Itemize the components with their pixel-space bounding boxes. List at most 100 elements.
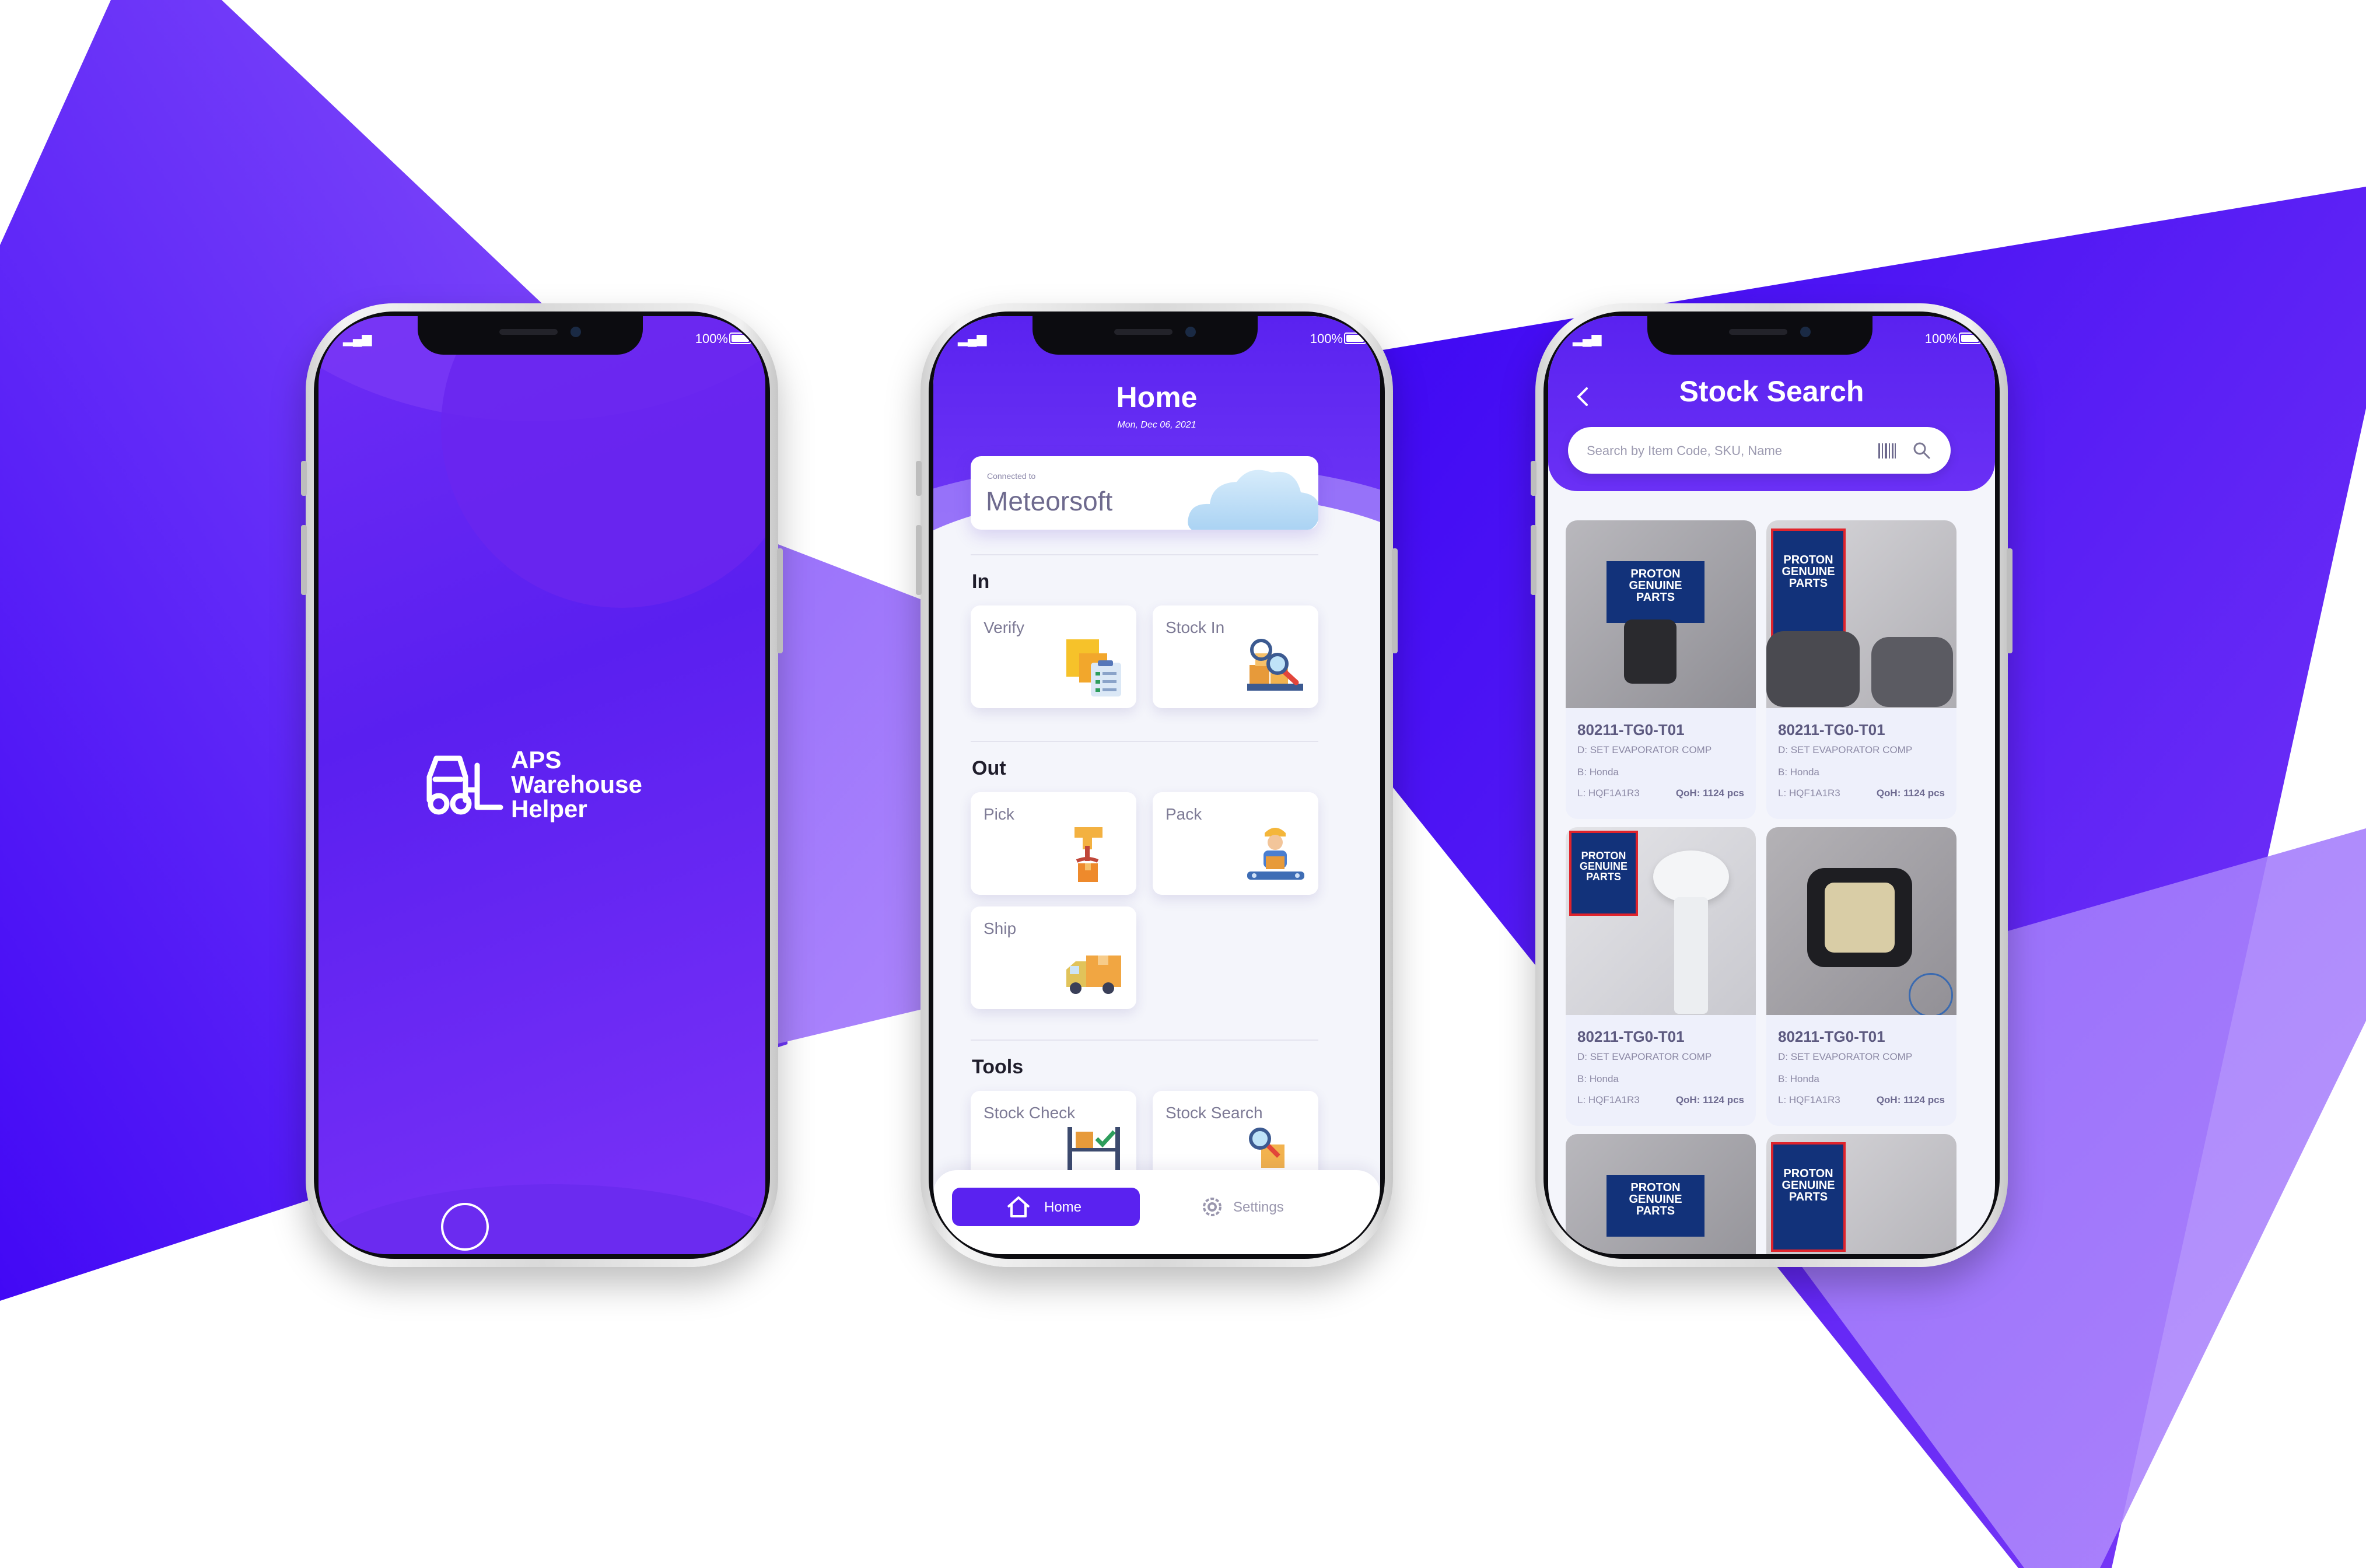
item-description: D: SET EVAPORATOR COMP [1577,1051,1712,1062]
decorative-circle [441,316,765,608]
home-screen: ▂▄▆ 100% Home Mon, Dec 06, 2021 Connecte… [933,316,1380,1254]
product-image: PROTON GENUINE PARTS [1566,520,1756,708]
section-title-out: Out [972,757,1006,779]
stock-search-screen: Stock Search ▂▄▆ 100% PROTON [1548,316,1995,1254]
inspect-boxes-icon [1247,639,1303,691]
stock-item-card[interactable]: PROTON GENUINE PARTS 80211-TG0-T01 D: SE… [1566,827,1756,1126]
forklift-icon [426,755,503,815]
battery-percentage: 100% [1310,331,1343,346]
section-title-in: In [972,570,990,593]
battery-icon [729,332,751,344]
badge-text: PROTON [1783,1167,1833,1180]
tile-label: Verify [984,618,1025,636]
genuine-parts-badge: PROTON GENUINE PARTS [1606,561,1704,623]
tile-verify[interactable]: Verify [971,606,1136,708]
item-qoh: QoH: 1124 pcs [1675,1094,1744,1105]
badge-text: GENUINE [1782,565,1835,578]
product-image: PROTON GENUINE PARTS [1766,1134,1957,1254]
tile-label: Ship [984,919,1017,937]
battery-percentage: 100% [1924,331,1958,346]
search-icon[interactable] [1912,441,1931,460]
worker-packing-icon [1247,828,1304,880]
badge-text: GENUINE [1579,860,1628,872]
home-indicator[interactable] [441,1203,489,1251]
item-description: D: SET EVAPORATOR COMP [1778,744,1913,755]
connection-card[interactable]: Connected to Meteorsoft [971,456,1318,530]
item-qoh: QoH: 1124 pcs [1876,1094,1945,1105]
item-brand: B: Honda [1778,1073,1819,1084]
part-photo [1674,897,1708,1014]
barcode-scan-icon[interactable] [1877,442,1897,460]
item-brand: B: Honda [1577,766,1619,778]
battery-icon [1959,332,1981,344]
app-name-line: APS [511,746,562,774]
phone-splash: ▂▄▆ 100% APS Warehouse Helper [301,303,783,1267]
bottom-nav: Home Settings [933,1170,1380,1254]
app-name: APS Warehouse Helper [511,748,642,821]
tile-label: Stock Search [1166,1104,1263,1122]
stock-item-card[interactable]: PROTON GENUINE PARTS [1766,1134,1957,1254]
back-arrow-icon[interactable] [1574,385,1591,408]
badge-text: PARTS [1636,1205,1675,1217]
notch [1032,316,1258,355]
splash-screen: ▂▄▆ 100% APS Warehouse Helper [318,316,765,1254]
app-name-line: Helper [511,795,587,822]
volume-up-button [1531,525,1536,595]
tile-pick[interactable]: Pick [971,792,1136,895]
genuine-parts-badge: PROTON GENUINE PARTS [1771,528,1846,638]
gear-icon [1203,1198,1222,1216]
badge-text: PROTON [1581,850,1626,862]
decorative-wave [318,1184,765,1254]
item-location: L: HQF1A1R3 [1778,788,1840,799]
item-location: L: HQF1A1R3 [1577,1094,1640,1105]
tile-label: Pick [984,805,1014,823]
search-input[interactable] [1586,439,1868,463]
badge-text: GENUINE [1629,1193,1682,1206]
part-photo [1825,883,1895,953]
wifi-icon: ▂▄▆ [343,331,372,346]
volume-up-button [916,525,922,595]
search-bar[interactable] [1568,427,1951,474]
connection-value: Meteorsoft [986,486,1113,516]
date-label: Mon, Dec 06, 2021 [1117,420,1196,430]
genuine-parts-badge: PROTON GENUINE PARTS [1771,1142,1846,1252]
item-code: 80211-TG0-T01 [1778,721,1885,738]
badge-text: PARTS [1788,577,1828,590]
clipboard-boxes-icon [1066,639,1121,696]
product-image: PROTON GENUINE PARTS [1766,520,1957,708]
nav-settings-label: Settings [1233,1199,1284,1215]
page-title: Home [1116,381,1198,414]
badge-text: GENUINE [1629,579,1682,592]
product-image: PROTON GENUINE PARTS [1566,1134,1756,1254]
stock-item-card[interactable]: PROTON GENUINE PARTS 80211-TG0-T01 D: SE… [1766,520,1957,819]
item-code: 80211-TG0-T01 [1778,1028,1885,1045]
stock-item-card[interactable]: PROTON GENUINE PARTS 80211-TG0-T01 D: SE… [1566,520,1756,819]
power-button [777,548,783,653]
nav-settings-button[interactable]: Settings [1190,1188,1307,1226]
divider [971,741,1318,742]
stock-item-card[interactable]: 80211-TG0-T01 D: SET EVAPORATOR COMP B: … [1766,827,1957,1126]
volume-up-button [301,525,307,595]
genuine-seal-icon [1909,973,1953,1015]
product-image: PROTON GENUINE PARTS [1566,827,1756,1015]
nav-home-label: Home [1044,1199,1082,1215]
wifi-icon: ▂▄▆ [1573,331,1602,346]
item-code: 80211-TG0-T01 [1577,1028,1685,1045]
notch [418,316,643,355]
tile-pack[interactable]: Pack [1153,792,1318,895]
badge-text: PROTON [1783,554,1833,566]
delivery-truck-icon [1066,956,1121,994]
nav-home-button[interactable]: Home [952,1188,1140,1226]
section-title-tools: Tools [972,1056,1024,1078]
page-title: Stock Search [1679,375,1864,408]
stock-item-card[interactable]: PROTON GENUINE PARTS [1566,1134,1756,1254]
tile-ship[interactable]: Ship [971,907,1136,1009]
item-location: L: HQF1A1R3 [1577,788,1640,799]
divider [971,554,1318,555]
battery-percentage: 100% [695,331,728,346]
wifi-icon: ▂▄▆ [958,331,987,346]
item-brand: B: Honda [1577,1073,1619,1084]
genuine-parts-badge: PROTON GENUINE PARTS [1569,831,1638,916]
tile-stock-in[interactable]: Stock In [1153,606,1318,708]
product-image [1766,827,1957,1015]
